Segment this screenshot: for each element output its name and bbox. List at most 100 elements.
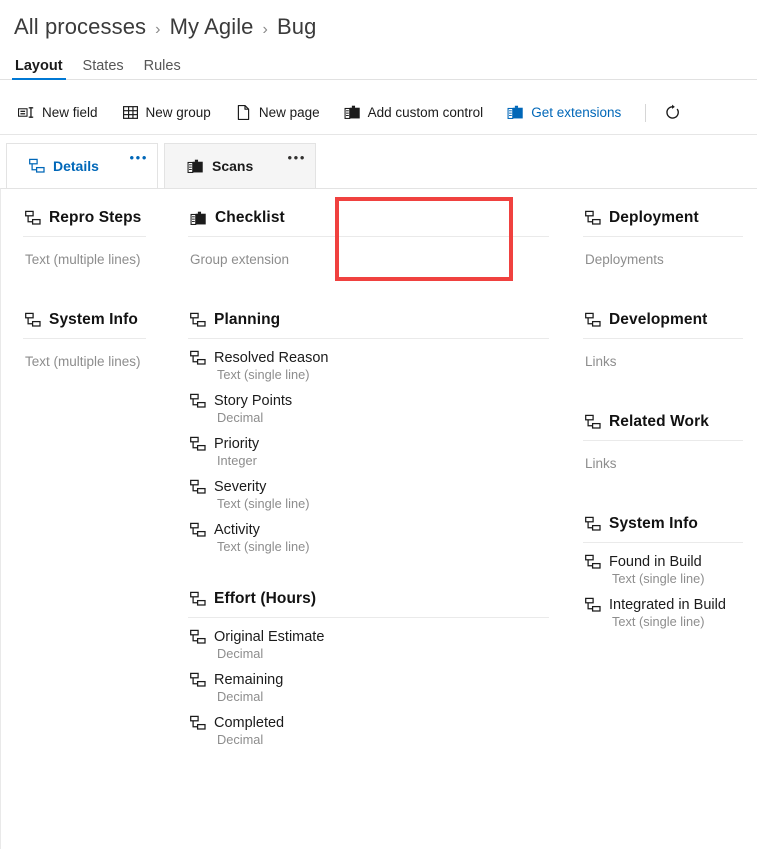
extension-icon [344, 104, 361, 121]
form-group-placeholder: Text (multiple lines) [23, 241, 146, 279]
form-field-label: Activity [214, 522, 260, 538]
form-field-story-points[interactable]: Story PointsDecimal [188, 386, 549, 429]
form-group-header: Deployment [583, 203, 743, 236]
tab-states[interactable]: States [73, 59, 134, 81]
form-field-priority[interactable]: PriorityInteger [188, 429, 549, 472]
form-group-header: Effort (Hours) [188, 584, 549, 617]
form-page-tabs: Details ••• Scans ••• [0, 143, 757, 188]
new-group-label: New group [146, 105, 211, 120]
tab-rules[interactable]: Rules [134, 59, 191, 81]
form-field-integrated-in-build[interactable]: Integrated in BuildText (single line) [583, 590, 743, 633]
toolbar-divider [645, 104, 646, 122]
form-field-original-estimate[interactable]: Original EstimateDecimal [188, 622, 549, 665]
form-group-related-work[interactable]: Related WorkLinks [583, 407, 743, 483]
page-tab-scans-label: Scans [212, 158, 253, 174]
form-field-completed[interactable]: CompletedDecimal [188, 708, 549, 751]
form-column-center: Checklist Group extension Planning Resolved… [166, 189, 571, 849]
form-group-deployment[interactable]: DeploymentDeployments [583, 203, 743, 279]
tree-icon [190, 350, 206, 366]
form-group-title: Effort (Hours) [214, 590, 316, 608]
form-group-divider [583, 236, 743, 237]
form-field-type: Integer [217, 453, 547, 468]
form-group-divider [188, 338, 549, 339]
tree-icon [585, 554, 601, 570]
tree-icon [190, 436, 206, 452]
page-tab-details-more-icon[interactable]: ••• [130, 151, 148, 164]
form-group-placeholder: Text (multiple lines) [23, 343, 146, 381]
form-field-name: Resolved Reason [190, 350, 547, 366]
form-field-severity[interactable]: SeverityText (single line) [188, 472, 549, 515]
form-group-header: Repro Steps [23, 203, 146, 236]
breadcrumb-separator-icon: › [155, 21, 160, 39]
breadcrumb-item-my-agile[interactable]: My Agile [170, 14, 254, 40]
form-field-name: Integrated in Build [585, 597, 741, 613]
form-group-divider [583, 440, 743, 441]
form-column-left: Repro StepsText (multiple lines)System I… [1, 189, 166, 849]
form-field-activity[interactable]: ActivityText (single line) [188, 515, 549, 558]
tree-icon [190, 479, 206, 495]
form-field-found-in-build[interactable]: Found in BuildText (single line) [583, 547, 743, 590]
form-group-placeholder: Group extension [188, 241, 549, 279]
page-tab-details[interactable]: Details ••• [6, 143, 158, 188]
refresh-icon [664, 104, 681, 121]
form-field-label: Priority [214, 436, 259, 452]
pivot-tabs: Layout States Rules [0, 50, 757, 80]
form-field-label: Severity [214, 479, 266, 495]
form-field-label: Found in Build [609, 554, 702, 570]
form-group-header: Planning [188, 305, 549, 338]
get-extensions-button[interactable]: Get extensions [501, 99, 630, 126]
new-group-button[interactable]: New group [116, 99, 220, 126]
tree-icon [190, 312, 206, 328]
form-group-placeholder: Links [583, 343, 743, 381]
form-group-repro-steps[interactable]: Repro Steps Text (multiple lines) [23, 203, 146, 279]
form-field-remaining[interactable]: RemainingDecimal [188, 665, 549, 708]
page-tab-scans[interactable]: Scans ••• [164, 143, 316, 188]
form-field-name: Severity [190, 479, 547, 495]
form-group-divider [23, 236, 146, 237]
tree-icon [585, 516, 601, 532]
form-group-system-info[interactable]: System InfoText (multiple lines) [23, 305, 146, 381]
tree-icon [190, 629, 206, 645]
new-page-icon [235, 104, 252, 121]
form-field-label: Remaining [214, 672, 283, 688]
form-group-title: Checklist [215, 209, 285, 227]
form-field-label: Story Points [214, 393, 292, 409]
form-field-type: Text (single line) [612, 571, 741, 586]
form-field-resolved-reason[interactable]: Resolved ReasonText (single line) [188, 343, 549, 386]
form-group-system-info[interactable]: System Info Found in BuildText (single li… [583, 509, 743, 633]
form-field-label: Completed [214, 715, 284, 731]
form-field-type: Text (single line) [217, 367, 547, 382]
tab-layout[interactable]: Layout [5, 59, 73, 81]
form-group-divider [23, 338, 146, 339]
form-group-planning[interactable]: Planning Resolved ReasonText (single line… [188, 305, 549, 558]
form-field-type: Decimal [217, 689, 547, 704]
form-group-effort-hours[interactable]: Effort (Hours)Original EstimateDecimalRe… [188, 584, 549, 751]
form-field-name: Story Points [190, 393, 547, 409]
form-group-header: Development [583, 305, 743, 338]
form-group-title: System Info [609, 515, 698, 533]
tree-icon [585, 597, 601, 613]
form-group-checklist[interactable]: Checklist Group extension [188, 203, 549, 279]
tree-icon [585, 312, 601, 328]
form-group-title: Repro Steps [49, 209, 141, 227]
form-group-header: System Info [583, 509, 743, 542]
breadcrumb-separator-icon: › [263, 21, 268, 39]
form-group-placeholder: Links [583, 445, 743, 483]
form-group-title: Development [609, 311, 707, 329]
breadcrumb-item-all-processes[interactable]: All processes [14, 14, 146, 40]
page-tab-scans-more-icon[interactable]: ••• [288, 151, 306, 164]
tree-icon [190, 393, 206, 409]
new-field-button[interactable]: New field [12, 99, 107, 126]
tree-icon [190, 591, 206, 607]
form-group-development[interactable]: Development Links [583, 305, 743, 381]
form-field-label: Original Estimate [214, 629, 324, 645]
add-custom-control-button[interactable]: Add custom control [338, 99, 493, 126]
tree-icon [25, 312, 41, 328]
breadcrumb: All processes › My Agile › Bug [0, 0, 757, 40]
new-page-label: New page [259, 105, 320, 120]
refresh-button[interactable] [658, 99, 686, 127]
form-field-type: Decimal [217, 732, 547, 747]
form-field-name: Original Estimate [190, 629, 547, 645]
new-page-button[interactable]: New page [229, 99, 329, 126]
new-field-icon [18, 104, 35, 121]
